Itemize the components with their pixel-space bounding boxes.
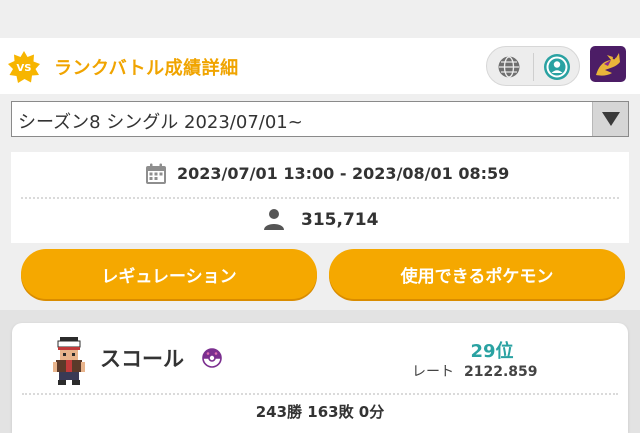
trainer-sprite-icon xyxy=(53,337,85,385)
rank-battle-page: VS ランクバトル成績詳細 シーズン8 シングル 2023/07/01~ 202… xyxy=(0,0,640,433)
season-period: 2023/07/01 13:00 - 2023/08/01 08:59 xyxy=(177,164,510,183)
header-bar: VS ランクバトル成績詳細 xyxy=(0,38,640,94)
trainer-name: スコール xyxy=(100,347,184,371)
app-icon-graphic xyxy=(596,53,620,76)
season-info-panel: 2023/07/01 13:00 - 2023/08/01 08:59 315,… xyxy=(11,152,629,243)
chevron-down-icon xyxy=(602,112,620,126)
calendar-icon xyxy=(146,163,166,184)
ball-icon xyxy=(202,348,222,368)
globe-icon[interactable] xyxy=(497,55,521,79)
vs-badge-icon: VS xyxy=(8,51,40,83)
header-toggle-group xyxy=(486,46,580,86)
win-loss-record: 243勝 163敗 0分 xyxy=(255,403,385,421)
season-dropdown[interactable]: シーズン8 シングル 2023/07/01~ xyxy=(11,101,629,137)
app-icon[interactable] xyxy=(590,46,626,82)
player-count: 315,714 xyxy=(301,210,379,230)
page-title: ランクバトル成績詳細 xyxy=(54,58,239,79)
rate-value: 2122.859 xyxy=(464,364,538,380)
toggle-divider xyxy=(533,53,534,81)
usable-pokemon-button[interactable]: 使用できるポケモン xyxy=(329,249,625,299)
vs-badge-label: VS xyxy=(17,63,32,74)
user-circle-icon[interactable] xyxy=(543,53,571,81)
player-card[interactable]: スコール 29位 レート 2122.859 243勝 163敗 0分 xyxy=(12,323,628,433)
dropdown-arrow-button[interactable] xyxy=(592,102,628,136)
rate-label: レート xyxy=(412,364,454,380)
rate-line: レート 2122.859 xyxy=(412,361,612,381)
dotted-divider xyxy=(22,393,618,395)
season-selected-value: シーズン8 シングル 2023/07/01~ xyxy=(18,112,303,133)
rank-position: 29位 xyxy=(470,341,514,362)
person-icon xyxy=(264,209,284,230)
regulation-button[interactable]: レギュレーション xyxy=(21,249,317,299)
dotted-divider xyxy=(21,197,619,199)
